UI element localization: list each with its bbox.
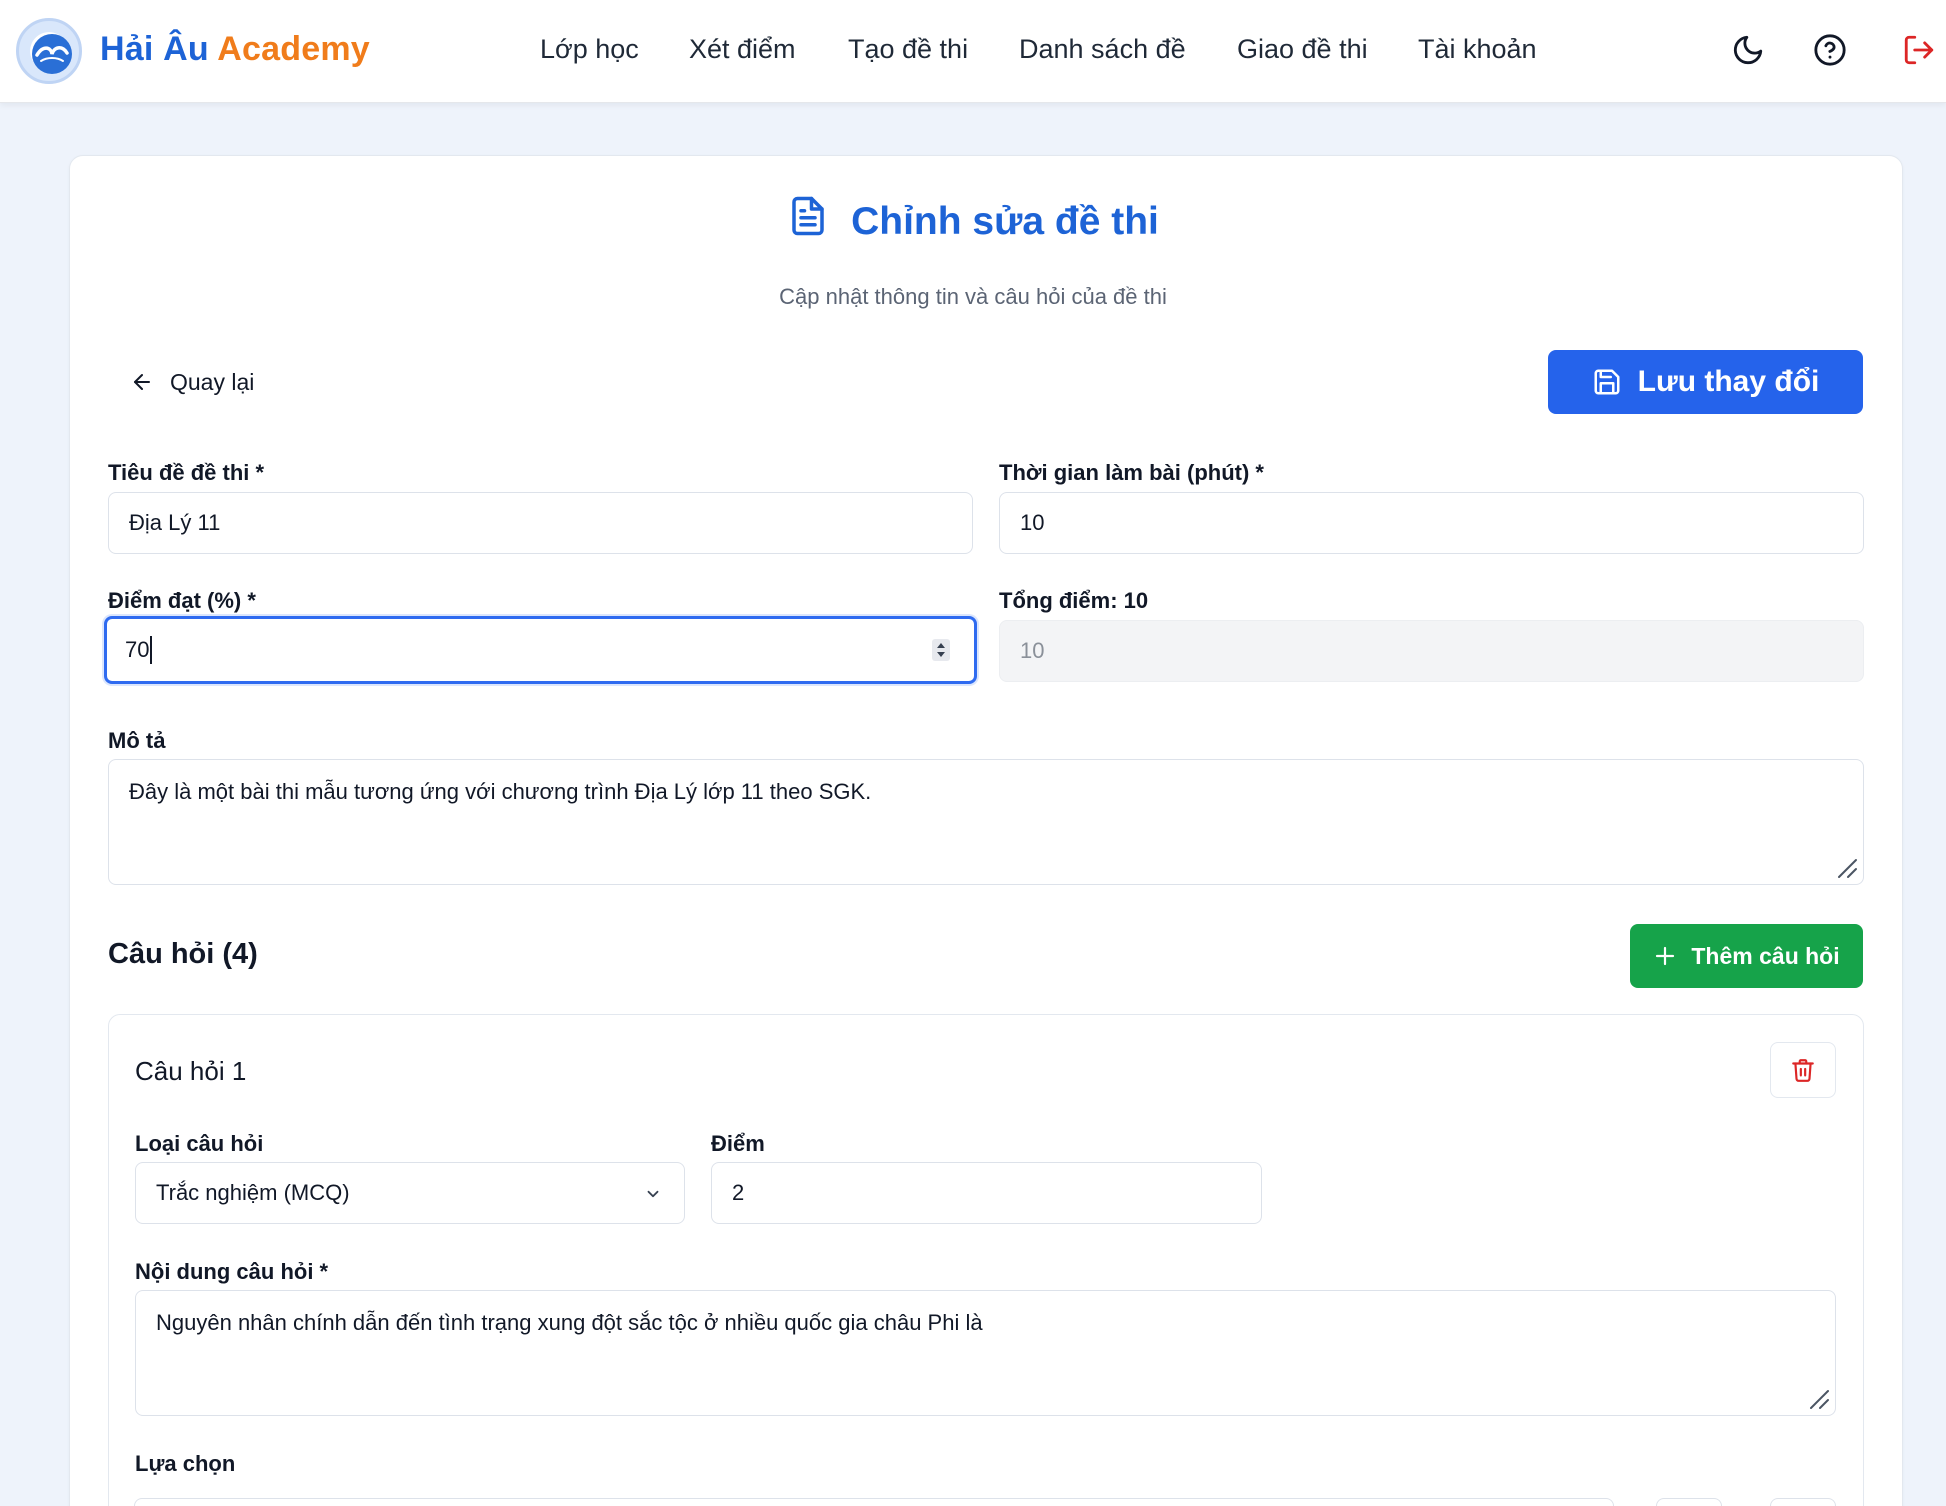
description-textarea[interactable]: Đây là một bài thi mẫu tương ứng với chư… <box>108 759 1864 885</box>
question-points-value: 2 <box>732 1180 745 1205</box>
back-button[interactable]: Quay lại <box>130 364 254 400</box>
total-points-input: 10 <box>999 620 1864 682</box>
arrow-left-icon <box>134 374 150 390</box>
save-icon <box>1594 369 1620 395</box>
total-points-label: Tổng điểm: 10 <box>999 588 1149 613</box>
question-content-value: Nguyên nhân chính dẫn đến tình trạng xun… <box>156 1310 983 1335</box>
nav-item-tao-de-thi[interactable]: Tạo đề thi <box>848 34 968 65</box>
question-type-value: Trắc nghiệm (MCQ) <box>156 1180 350 1205</box>
nav-item-danh-sach-de[interactable]: Danh sách đề <box>1019 34 1186 65</box>
plus-icon <box>1656 946 1675 966</box>
option-row <box>134 1498 1836 1506</box>
duration-label: Thời gian làm bài (phút) * <box>999 460 1264 485</box>
add-question-label: Thêm câu hỏi <box>1691 942 1840 969</box>
duration-value: 10 <box>1020 510 1045 535</box>
exam-title-label: Tiêu đề đề thi * <box>108 460 265 485</box>
questions-section-title: Câu hỏi (4) <box>108 938 258 970</box>
save-button-label: Lưu thay đổi <box>1637 365 1820 398</box>
nav-item-lop-hoc[interactable]: Lớp học <box>540 34 639 65</box>
pass-percent-value: 70 <box>125 637 150 662</box>
text-caret <box>150 636 153 664</box>
question-card <box>108 1014 1864 1506</box>
question-title: Câu hỏi 1 <box>135 1056 247 1086</box>
pass-percent-input[interactable]: 70 <box>104 616 977 684</box>
options-label: Lựa chọn <box>135 1451 236 1476</box>
back-button-label: Quay lại <box>170 368 255 395</box>
question-type-label: Loại câu hỏi <box>135 1131 264 1156</box>
trash-icon <box>1792 1059 1814 1082</box>
help-circle-icon[interactable] <box>1813 33 1847 67</box>
nav-item-xet-diem[interactable]: Xét điểm <box>689 34 796 65</box>
logout-icon[interactable] <box>1902 33 1936 67</box>
option-remove-button[interactable] <box>1770 1498 1836 1506</box>
resize-handle-icon[interactable] <box>1835 856 1859 880</box>
description-label: Mô tả <box>108 728 166 753</box>
exam-title-value: Địa Lý 11 <box>129 510 221 535</box>
number-spinner[interactable] <box>932 639 950 661</box>
description-value: Đây là một bài thi mẫu tương ứng với chư… <box>129 779 872 804</box>
nav-item-giao-de-thi[interactable]: Giao đề thi <box>1237 34 1368 65</box>
nav-item-tai-khoan[interactable]: Tài khoản <box>1418 34 1537 65</box>
question-points-input[interactable]: 2 <box>711 1162 1262 1224</box>
main-nav: Lớp học Xét điểm Tạo đề thi Danh sách đề… <box>0 34 1946 70</box>
moon-icon[interactable] <box>1731 33 1765 67</box>
add-question-button[interactable]: Thêm câu hỏi <box>1630 924 1863 988</box>
resize-handle-icon[interactable] <box>1807 1387 1831 1411</box>
chevron-down-icon <box>647 1190 659 1198</box>
option-input[interactable] <box>134 1498 1614 1506</box>
document-icon <box>787 192 829 250</box>
page-subtitle: Cập nhật thông tin và câu hỏi của đề thi <box>779 284 1167 309</box>
question-points-label: Điểm <box>711 1131 765 1156</box>
duration-input[interactable]: 10 <box>999 492 1864 554</box>
question-content-label: Nội dung câu hỏi * <box>135 1259 329 1284</box>
question-type-select[interactable]: Trắc nghiệm (MCQ) <box>135 1162 685 1224</box>
delete-question-button[interactable] <box>1770 1042 1836 1098</box>
option-correct-toggle[interactable] <box>1656 1498 1722 1506</box>
pass-percent-label: Điểm đạt (%) * <box>108 588 256 613</box>
total-points-value: 10 <box>1020 638 1045 663</box>
question-content-textarea[interactable]: Nguyên nhân chính dẫn đến tình trạng xun… <box>135 1290 1836 1416</box>
top-navbar: Hải Âu Academy Lớp học Xét điểm Tạo đề t… <box>0 0 1946 103</box>
save-changes-button[interactable]: Lưu thay đổi <box>1548 350 1863 414</box>
exam-title-input[interactable]: Địa Lý 11 <box>108 492 973 554</box>
page-title: Chỉnh sửa đề thi <box>0 192 1946 250</box>
page-title-text: Chỉnh sửa đề thi <box>851 200 1159 243</box>
